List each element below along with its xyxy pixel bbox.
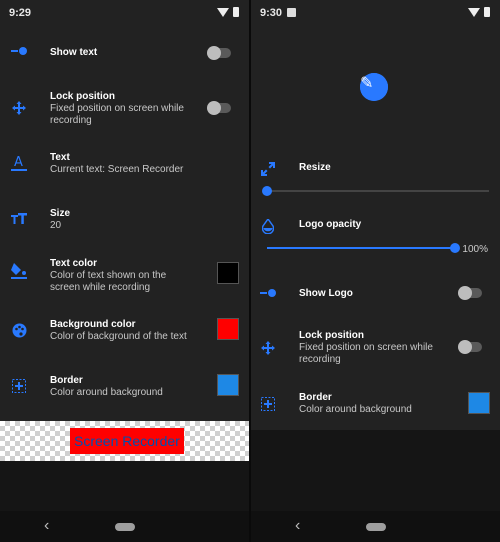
setting-title: Show Logo	[299, 288, 353, 299]
navigation-bar: ‹	[0, 511, 249, 542]
edit-pencil-icon[interactable]: ✎	[360, 73, 388, 101]
setting-title: Text	[50, 152, 70, 163]
status-bar: 9:29	[0, 0, 249, 26]
setting-background-color[interactable]: Background color Color of background of …	[0, 317, 249, 347]
back-icon[interactable]: ‹	[295, 517, 300, 535]
border-color-swatch[interactable]	[217, 374, 239, 396]
move-arrows-icon	[10, 99, 28, 117]
move-arrows-icon	[259, 339, 277, 357]
status-time: 9:30	[260, 7, 283, 19]
setting-title: Show text	[50, 47, 98, 58]
image-notification-icon	[287, 8, 296, 17]
setting-title: Resize	[299, 162, 331, 173]
setting-lock-position[interactable]: Lock position Fixed position on screen w…	[251, 328, 500, 368]
right-screen: 9:30 ✎ Resize Logo opacity 100% Show Log…	[251, 0, 500, 542]
left-screen: 9:29 Show text Lock position Fixed posit…	[0, 0, 249, 542]
setting-subtitle: Color around background	[299, 404, 412, 415]
setting-logo-opacity: Logo opacity	[251, 215, 500, 237]
toggle-dot-icon	[10, 42, 28, 60]
text-format-icon: A	[10, 154, 28, 172]
setting-text-color[interactable]: Text color Color of text shown on the sc…	[0, 256, 249, 296]
setting-title: Text color	[50, 258, 98, 269]
empty-area	[251, 430, 500, 511]
home-pill-icon[interactable]	[366, 523, 386, 531]
lock-position-toggle[interactable]	[207, 101, 231, 115]
setting-title: Lock position	[50, 91, 115, 102]
empty-area	[0, 461, 249, 511]
setting-title: Size	[50, 208, 71, 219]
slider-fill	[267, 247, 455, 249]
palette-icon	[10, 321, 28, 339]
show-text-toggle[interactable]	[207, 46, 231, 60]
setting-subtitle: Current text: Screen Recorder	[50, 164, 184, 175]
opacity-drop-icon	[259, 217, 277, 235]
status-time: 9:29	[9, 7, 32, 19]
svg-text:A: A	[14, 155, 23, 170]
wifi-icon	[468, 7, 480, 17]
show-logo-toggle[interactable]	[458, 286, 482, 300]
setting-title: Border	[299, 392, 332, 403]
lock-position-toggle[interactable]	[458, 340, 482, 354]
system-icons	[468, 7, 490, 17]
setting-border[interactable]: Border Color around background	[251, 390, 500, 420]
opacity-slider[interactable]	[267, 243, 460, 253]
setting-subtitle: Color of text shown on the screen while …	[50, 270, 167, 293]
status-bar: 9:30	[251, 0, 500, 26]
setting-text[interactable]: A Text Current text: Screen Recorder	[0, 150, 249, 180]
slider-thumb[interactable]	[450, 243, 460, 253]
resize-slider[interactable]	[262, 186, 489, 196]
setting-size[interactable]: Size 20	[0, 206, 249, 236]
text-color-swatch[interactable]	[217, 262, 239, 284]
setting-border[interactable]: Border Color around background	[0, 373, 249, 403]
setting-subtitle: Color of background of the text	[50, 331, 187, 342]
battery-icon	[233, 7, 239, 17]
preview-label: Screen Recorder	[70, 428, 184, 454]
setting-lock-position[interactable]: Lock position Fixed position on screen w…	[0, 89, 249, 129]
background-color-swatch[interactable]	[217, 318, 239, 340]
system-icons	[217, 7, 239, 17]
border-icon	[259, 395, 277, 413]
slider-thumb[interactable]	[262, 186, 272, 196]
setting-show-logo[interactable]: Show Logo	[251, 282, 500, 304]
setting-subtitle: Fixed position on screen while recording	[50, 103, 184, 126]
setting-title: Border	[50, 375, 83, 386]
opacity-value: 100%	[462, 244, 488, 255]
setting-resize: Resize	[251, 158, 500, 180]
text-size-icon	[10, 210, 28, 228]
setting-subtitle: 20	[50, 220, 62, 231]
resize-icon	[259, 160, 277, 178]
setting-title: Lock position	[299, 330, 364, 341]
setting-title: Logo opacity	[299, 219, 362, 230]
back-icon[interactable]: ‹	[44, 517, 49, 535]
wifi-icon	[217, 7, 229, 17]
toggle-dot-icon	[259, 284, 277, 302]
paint-bucket-icon	[10, 262, 28, 280]
setting-subtitle: Fixed position on screen while recording	[299, 342, 433, 365]
setting-title: Background color	[50, 319, 136, 330]
setting-show-text[interactable]: Show text	[0, 40, 249, 66]
text-preview: Screen Recorder	[0, 421, 249, 461]
navigation-bar: ‹	[251, 511, 500, 542]
battery-icon	[484, 7, 490, 17]
border-icon	[10, 377, 28, 395]
setting-subtitle: Color around background	[50, 387, 163, 398]
border-color-swatch[interactable]	[468, 392, 490, 414]
home-pill-icon[interactable]	[115, 523, 135, 531]
